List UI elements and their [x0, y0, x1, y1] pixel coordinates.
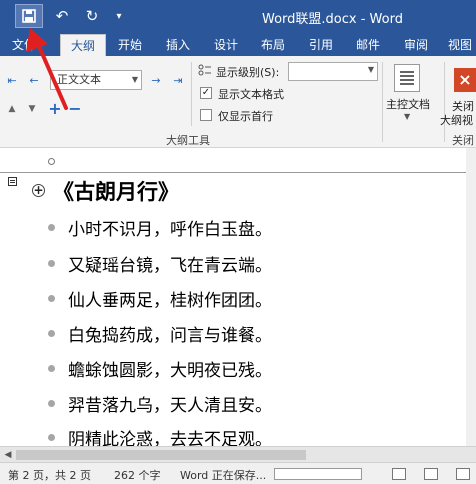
separator [191, 62, 192, 126]
outline-line-text: 蟾蜍蚀圆影，大明夜已残。 [68, 360, 272, 381]
chevron-down-icon: ▾ [116, 10, 122, 22]
plus-icon: + [48, 98, 62, 118]
minus-icon: − [68, 98, 82, 118]
body-bullet-icon [48, 433, 55, 441]
horizontal-scrollbar[interactable]: ◀ [0, 446, 476, 462]
print-layout-icon[interactable] [424, 468, 438, 480]
page-count[interactable]: 第 2 页，共 2 页 [8, 467, 91, 483]
arrow-right-icon: → [151, 73, 161, 87]
outline-bullet-icon [48, 158, 55, 165]
tab-file[interactable]: 文件 [6, 34, 42, 56]
show-text-format-label: 显示文本格式 [218, 88, 284, 101]
redo-button[interactable]: ↻ [82, 4, 102, 28]
tab-review[interactable]: 审阅 [398, 34, 434, 56]
chevron-down-icon: ▼ [367, 65, 374, 74]
page-break-rule [0, 172, 476, 173]
outline-heading[interactable]: 《古朗月行》 [53, 176, 179, 206]
outline-line[interactable]: 又疑瑶台镜，飞在青云端。 [48, 248, 272, 278]
undo-button[interactable]: ↶ [50, 4, 74, 28]
expand-button[interactable]: + [48, 98, 62, 118]
outline-line[interactable]: 羿昔落九乌，天人清且安。 [48, 388, 272, 418]
title-bar: ↶ ↻ ▾ Word联盟.docx - Word [0, 0, 476, 34]
status-bar: 第 2 页，共 2 页 262 个字 Word 正在保存... [0, 462, 476, 484]
check-icon: ✓ [201, 87, 211, 98]
window-title: Word联盟.docx - Word [262, 12, 403, 27]
outline-tools-group-label: 大纲工具 [166, 134, 210, 147]
scroll-left-icon[interactable]: ◀ [2, 449, 14, 461]
outline-line[interactable]: 小时不识月，呼作白玉盘。 [48, 212, 272, 242]
close-icon: × [458, 70, 472, 89]
outline-level-select[interactable]: 正文文本 ▼ [50, 70, 142, 90]
show-level-label: 显示级别(S): [216, 66, 280, 79]
body-bullet-icon [48, 329, 55, 337]
outline-line-text: 仙人垂两足，桂树作团团。 [68, 290, 272, 311]
body-bullet-icon [48, 294, 55, 302]
body-bullet-icon [48, 223, 55, 231]
tab-outline[interactable]: 大纲 [60, 34, 106, 56]
body-bullet-icon [48, 259, 55, 267]
promote-to-heading1-button[interactable]: ⇤ [4, 72, 20, 88]
tab-insert[interactable]: 插入 [160, 34, 196, 56]
vertical-scrollbar[interactable] [466, 148, 476, 448]
save-button[interactable] [15, 4, 43, 28]
master-document-button[interactable]: 主控文档 [386, 96, 430, 112]
style-marker-icon [8, 177, 17, 186]
close-group-label: 关闭 [452, 134, 474, 147]
save-progress-bar [274, 468, 362, 480]
expand-heading-icon[interactable]: + [32, 184, 45, 197]
chevron-down-icon[interactable]: ▼ [404, 112, 410, 121]
outline-line[interactable]: 白兔捣药成，问言与谁餐。 [48, 318, 272, 348]
chevron-down-icon: ▼ [131, 75, 138, 84]
floppy-disk-icon [22, 9, 36, 23]
show-level-select[interactable]: ▼ [288, 62, 378, 81]
tab-references[interactable]: 引用 [303, 34, 339, 56]
web-layout-icon[interactable] [456, 468, 470, 480]
scrollbar-thumb[interactable] [16, 450, 306, 460]
first-line-only-label: 仅显示首行 [218, 110, 273, 123]
move-up-button[interactable]: ▲ [6, 102, 18, 116]
saving-status: Word 正在保存... [180, 469, 267, 482]
tab-design[interactable]: 设计 [208, 34, 244, 56]
outline-line-text: 白兔捣药成，问言与谁餐。 [68, 325, 272, 346]
close-label-line2[interactable]: 大纲视 [440, 112, 473, 128]
body-bullet-icon [48, 399, 55, 407]
close-outline-view-button[interactable]: × [454, 68, 476, 92]
outline-line[interactable]: 蟾蜍蚀圆影，大明夜已残。 [48, 353, 272, 383]
tab-view[interactable]: 视图 [444, 34, 476, 56]
tab-mailings[interactable]: 邮件 [350, 34, 386, 56]
ribbon-tabs: 文件 大纲 开始 插入 设计 布局 引用 邮件 审阅 视图 [0, 34, 476, 56]
outline-line[interactable]: 仙人垂两足，桂树作团团。 [48, 283, 272, 313]
triangle-down-icon: ▼ [28, 104, 36, 114]
show-text-format-checkbox[interactable]: ✓ [200, 87, 212, 99]
tab-layout[interactable]: 布局 [255, 34, 291, 56]
master-document-icon[interactable] [394, 64, 420, 92]
arrow-left-icon: ← [29, 73, 39, 87]
demote-button[interactable]: → [148, 72, 164, 88]
collapse-button[interactable]: − [68, 98, 82, 118]
separator [444, 62, 445, 142]
double-arrow-left-icon: ⇤ [7, 73, 17, 87]
outline-line-text: 小时不识月，呼作白玉盘。 [68, 219, 272, 240]
show-level-icon [198, 64, 211, 76]
promote-button[interactable]: ← [26, 72, 42, 88]
document-area[interactable]: + 《古朗月行》 小时不识月，呼作白玉盘。 又疑瑶台镜，飞在青云端。 仙人垂两足… [0, 148, 476, 450]
first-line-only-checkbox[interactable] [200, 109, 212, 121]
outline-line-text: 又疑瑶台镜，飞在青云端。 [68, 255, 272, 276]
word-count[interactable]: 262 个字 [114, 467, 161, 483]
triangle-up-icon: ▲ [8, 104, 16, 114]
double-arrow-right-icon: ⇥ [173, 73, 183, 87]
demote-to-body-button[interactable]: ⇥ [170, 72, 186, 88]
separator [382, 62, 383, 142]
tab-home[interactable]: 开始 [112, 34, 148, 56]
body-bullet-icon [48, 364, 55, 372]
outline-line-text: 羿昔落九乌，天人清且安。 [68, 395, 272, 416]
ribbon: ⇤ ← 正文文本 ▼ → ⇥ ▲ ▼ + − 显示级别(S): ▼ ✓ 显示文本… [0, 56, 476, 148]
undo-icon: ↶ [55, 7, 69, 25]
move-down-button[interactable]: ▼ [26, 102, 38, 116]
outline-level-value: 正文文本 [57, 73, 101, 86]
redo-icon: ↻ [85, 7, 99, 25]
read-mode-icon[interactable] [392, 468, 406, 480]
customize-qat-button[interactable]: ▾ [112, 4, 126, 28]
